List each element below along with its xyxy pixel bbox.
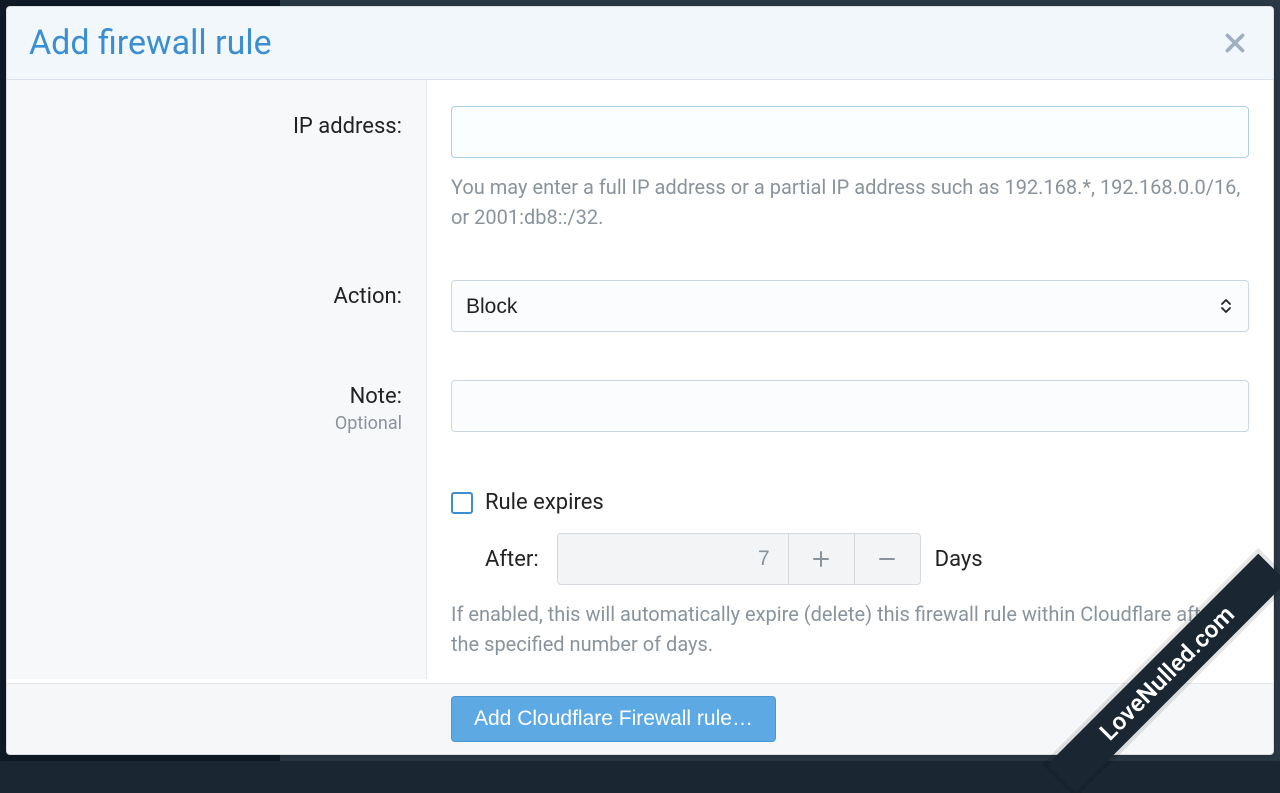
label-text: IP address:: [27, 114, 402, 139]
label-text: Action:: [27, 284, 402, 309]
label-action: Action:: [7, 252, 427, 352]
expires-help-text: If enabled, this will automatically expi…: [451, 599, 1249, 659]
field-expires: Rule expires After: Days If: [427, 454, 1273, 679]
label-optional: Optional: [27, 413, 402, 434]
row-note: Note: Optional: [7, 352, 1273, 454]
ip-address-input[interactable]: [451, 106, 1249, 158]
days-stepper: [557, 533, 921, 585]
rule-expires-label: Rule expires: [485, 490, 604, 515]
days-input[interactable]: [558, 534, 788, 584]
row-action: Action: Block: [7, 252, 1273, 352]
modal-body: IP address: You may enter a full IP addr…: [7, 80, 1273, 683]
close-button[interactable]: [1219, 27, 1251, 59]
label-note: Note: Optional: [7, 352, 427, 454]
note-input[interactable]: [451, 380, 1249, 432]
days-unit-label: Days: [935, 547, 983, 572]
ip-help-text: You may enter a full IP address or a par…: [451, 172, 1249, 232]
plus-icon: [811, 549, 831, 569]
decrement-button[interactable]: [854, 534, 920, 584]
after-row: After: Days: [451, 533, 1249, 585]
add-firewall-rule-button[interactable]: Add Cloudflare Firewall rule…: [451, 696, 776, 742]
modal-footer: Add Cloudflare Firewall rule…: [7, 683, 1273, 754]
add-firewall-rule-modal: Add firewall rule IP address: You may en…: [6, 6, 1274, 755]
field-note: [427, 352, 1273, 454]
row-expires: Rule expires After: Days If: [7, 454, 1273, 679]
action-select[interactable]: Block: [451, 280, 1249, 332]
footer-spacer: [7, 696, 427, 742]
field-ip-address: You may enter a full IP address or a par…: [427, 80, 1273, 252]
field-action: Block: [427, 252, 1273, 352]
minus-icon: [877, 549, 897, 569]
rule-expires-row: Rule expires: [451, 490, 1249, 515]
label-ip-address: IP address:: [7, 80, 427, 252]
row-ip-address: IP address: You may enter a full IP addr…: [7, 80, 1273, 252]
increment-button[interactable]: [788, 534, 854, 584]
modal-header: Add firewall rule: [7, 7, 1273, 80]
footer-actions: Add Cloudflare Firewall rule…: [427, 696, 1273, 742]
close-icon: [1222, 30, 1248, 56]
action-select-wrap: Block: [451, 280, 1249, 332]
after-label: After:: [485, 547, 539, 572]
modal-title: Add firewall rule: [29, 23, 272, 63]
label-expires-empty: [7, 454, 427, 679]
rule-expires-checkbox[interactable]: [451, 492, 473, 514]
label-text: Note:: [27, 384, 402, 409]
